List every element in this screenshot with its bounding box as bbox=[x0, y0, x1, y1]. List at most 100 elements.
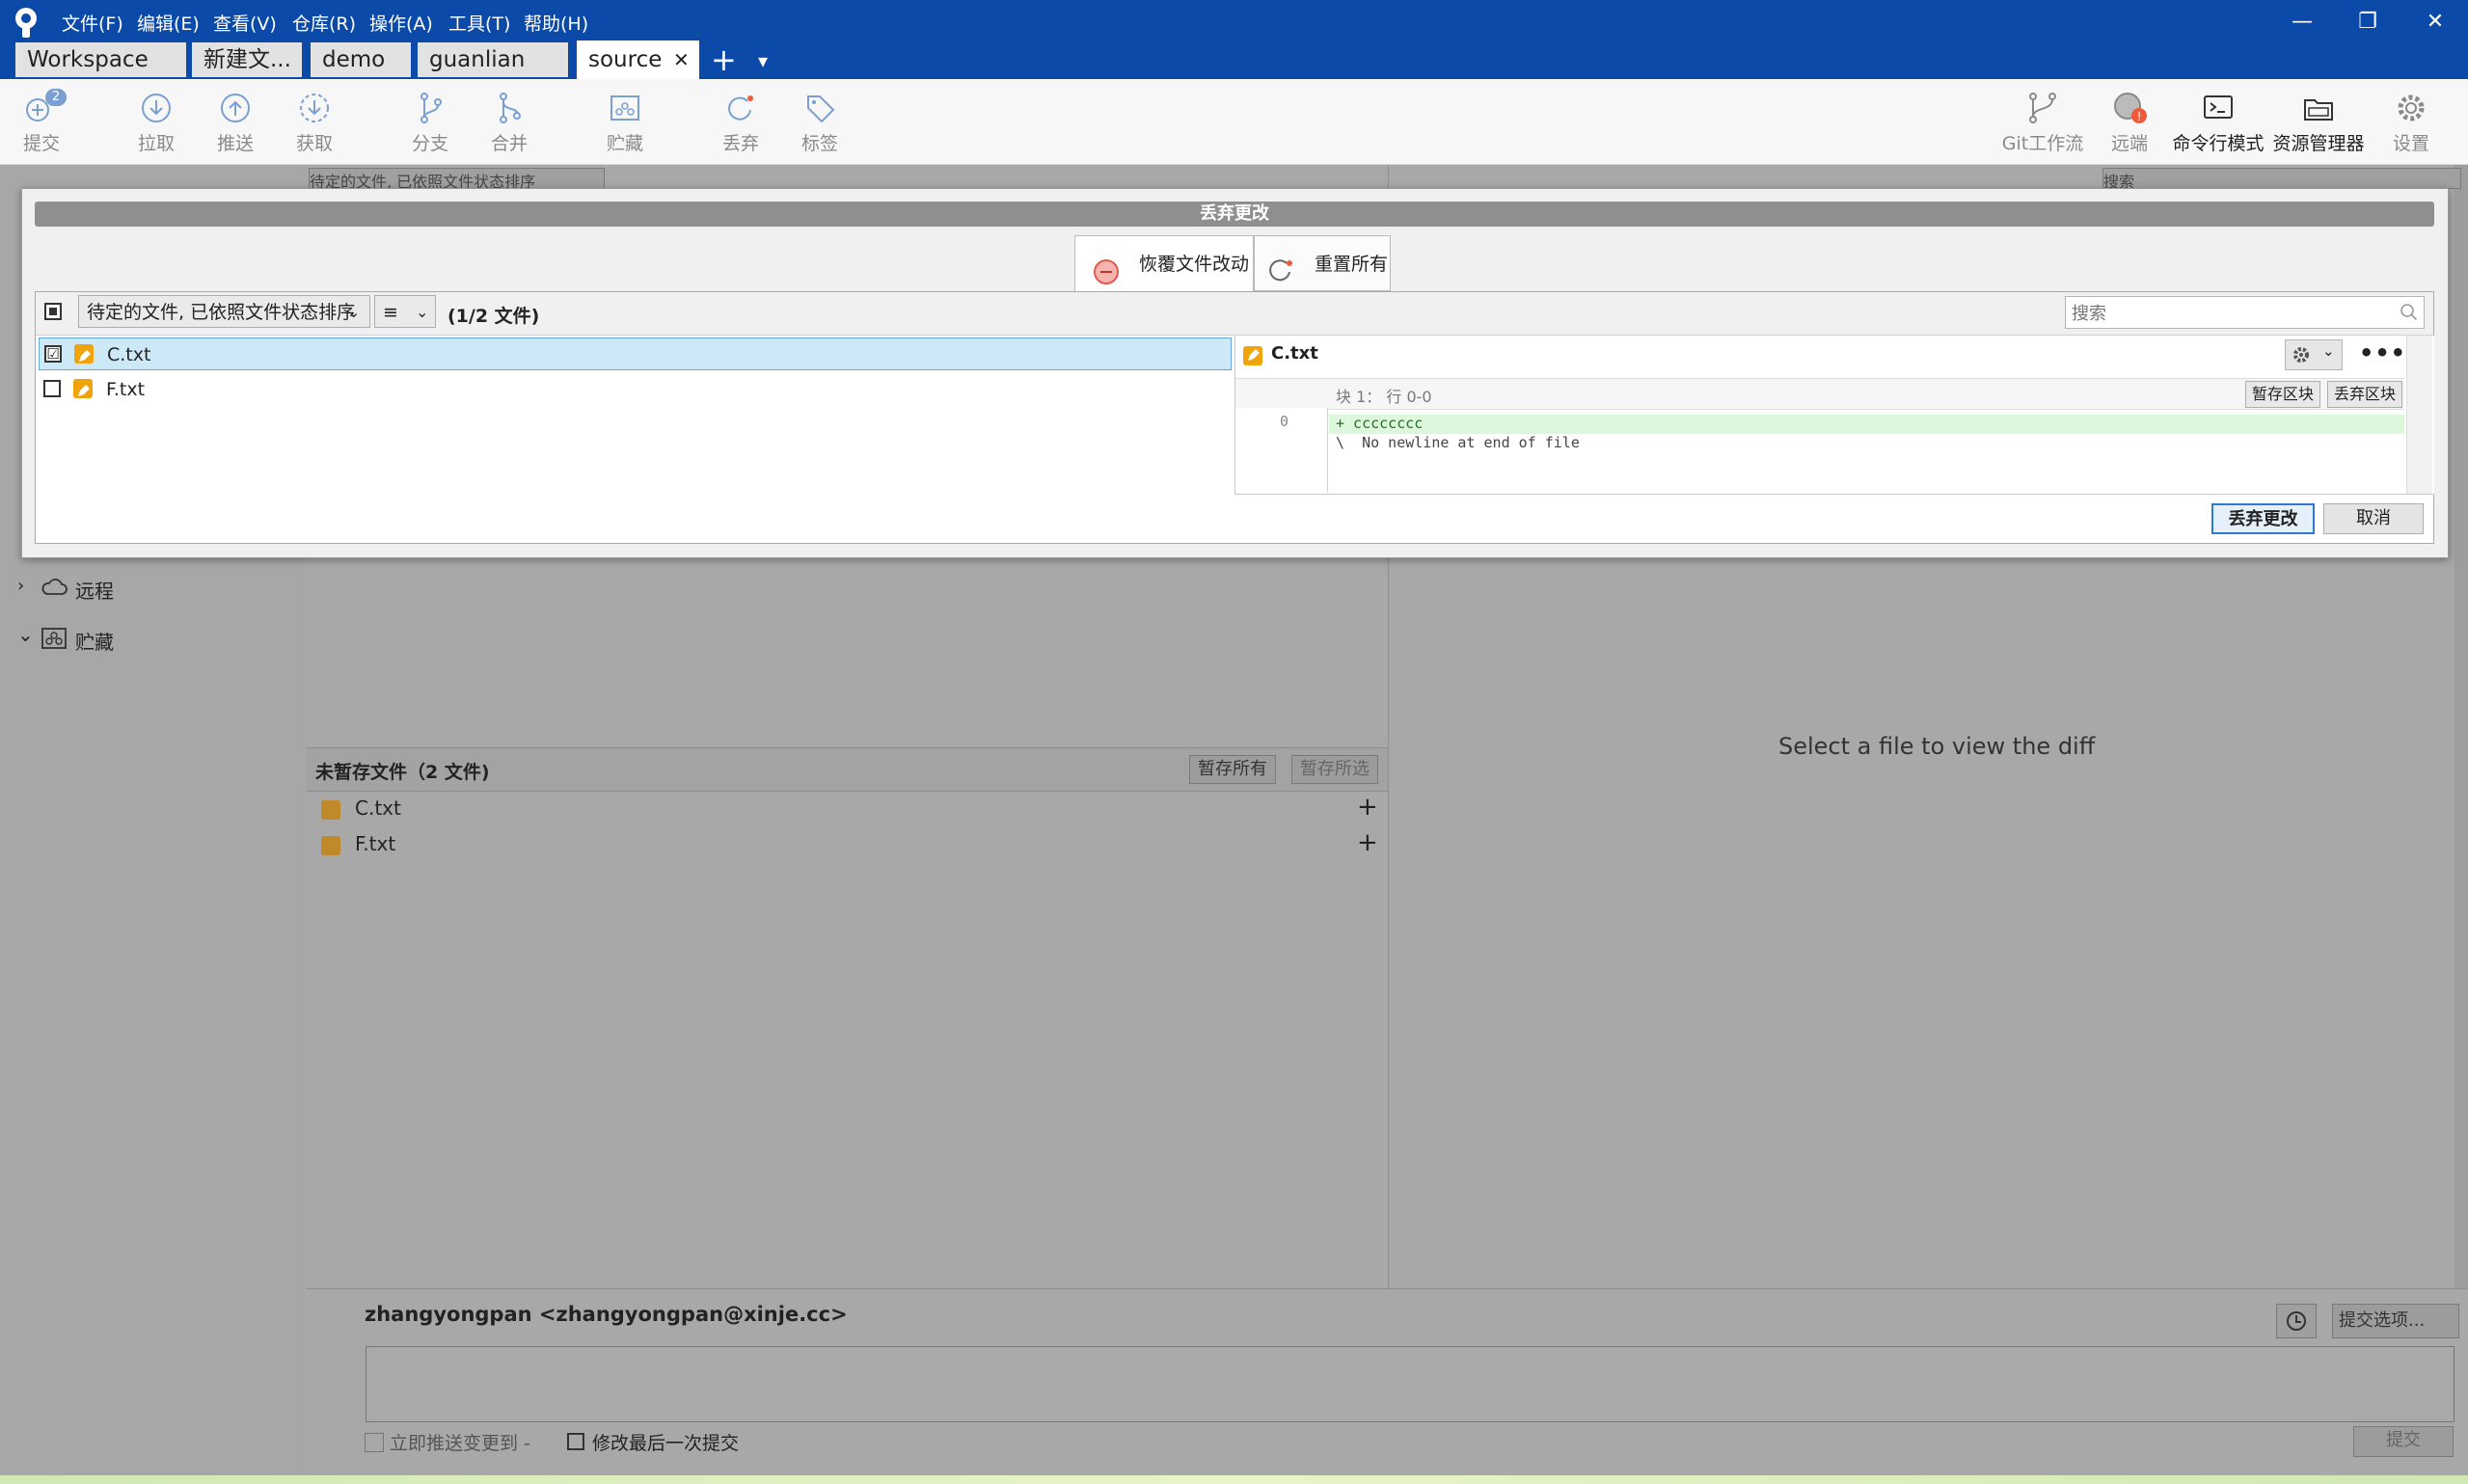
expand-caret-icon[interactable]: › bbox=[17, 576, 24, 596]
pull-icon bbox=[135, 89, 177, 127]
file-checkbox[interactable] bbox=[43, 380, 61, 397]
discard-button[interactable]: 丢弃 bbox=[702, 89, 779, 158]
menu-tools[interactable]: 工具(T) bbox=[448, 10, 510, 36]
view-mode-select[interactable]: ≡ ⌄ bbox=[374, 295, 436, 328]
chevron-down-icon: ⌄ bbox=[416, 303, 429, 321]
stash-label: 贮藏 bbox=[606, 133, 643, 154]
commit-submit-button[interactable]: 提交 bbox=[2353, 1426, 2454, 1457]
background-sort-select[interactable]: 待定的文件, 已依照文件状态排序 bbox=[309, 168, 605, 189]
settings-button[interactable]: 设置 bbox=[2373, 89, 2450, 158]
background-search-input[interactable]: 搜索 bbox=[2102, 168, 2461, 189]
remote-button[interactable]: ! 远端 bbox=[2091, 89, 2168, 158]
partial-check-icon bbox=[49, 308, 57, 315]
menu-repository[interactable]: 仓库(R) bbox=[292, 10, 356, 36]
file-checkbox[interactable]: ☑ bbox=[44, 345, 62, 363]
sort-select-value: 待定的文件, 已依照文件状态排序 bbox=[87, 302, 356, 323]
cloud-icon bbox=[41, 576, 68, 599]
push-label: 推送 bbox=[216, 133, 254, 154]
cancel-button[interactable]: 取消 bbox=[2323, 503, 2424, 534]
discard-hunk-button[interactable]: 丢弃区块 bbox=[2327, 381, 2402, 408]
tab-source[interactable]: source ✕ bbox=[577, 40, 699, 79]
menu-view[interactable]: 查看(V) bbox=[213, 10, 277, 36]
amend-last-label: 修改最后一次提交 bbox=[592, 1433, 740, 1454]
clock-icon bbox=[2287, 1311, 2306, 1331]
terminal-label: 命令行模式 bbox=[2172, 133, 2265, 154]
file-name: C.txt bbox=[355, 796, 401, 820]
minimize-button[interactable]: — bbox=[2278, 6, 2326, 39]
tab-list-dropdown-icon[interactable]: ▾ bbox=[758, 44, 768, 77]
revert-file-changes-option[interactable]: 恢覆文件改动 bbox=[1074, 235, 1254, 293]
commit-history-button[interactable] bbox=[2276, 1304, 2317, 1338]
stage-hunk-button[interactable]: 暂存区块 bbox=[2245, 381, 2320, 408]
sort-select[interactable]: 待定的文件, 已依照文件状态排序 ⌄ bbox=[78, 295, 370, 328]
stash-icon bbox=[604, 89, 646, 127]
unstaged-title: 未暂存文件（2 文件) bbox=[315, 762, 490, 783]
terminal-button[interactable]: 命令行模式 bbox=[2172, 89, 2265, 158]
discard-changes-button[interactable]: 丢弃更改 bbox=[2211, 503, 2315, 534]
stage-file-add-icon[interactable]: + bbox=[1357, 793, 1378, 822]
git-flow-button[interactable]: Git工作流 bbox=[1998, 89, 2087, 158]
table-row[interactable]: F.txt bbox=[39, 373, 1232, 406]
terminal-icon bbox=[2197, 89, 2239, 127]
tab-new-file[interactable]: 新建文... bbox=[192, 42, 302, 77]
tab-guanlian[interactable]: guanlian bbox=[418, 42, 568, 77]
fetch-button[interactable]: 获取 bbox=[276, 89, 353, 158]
tab-workspace[interactable]: Workspace bbox=[15, 42, 186, 77]
stage-all-button[interactable]: 暂存所有 bbox=[1189, 755, 1276, 784]
settings-label: 设置 bbox=[2392, 133, 2429, 154]
explorer-button[interactable]: 资源管理器 bbox=[2270, 89, 2367, 158]
select-all-checkbox[interactable] bbox=[44, 303, 62, 320]
gear-icon bbox=[2292, 345, 2311, 364]
push-icon bbox=[214, 89, 257, 127]
merge-button[interactable]: 合并 bbox=[471, 89, 548, 158]
menu-edit[interactable]: 编辑(E) bbox=[137, 10, 200, 36]
stage-selected-button[interactable]: 暂存所选 bbox=[1291, 755, 1378, 784]
revert-file-changes-label: 恢覆文件改动 bbox=[1139, 254, 1250, 275]
diff-options-button[interactable]: ⌄ bbox=[2285, 339, 2343, 370]
reset-all-option[interactable]: 重置所有 bbox=[1254, 235, 1391, 291]
add-tab-icon[interactable]: + bbox=[711, 40, 737, 79]
menu-file[interactable]: 文件(F) bbox=[62, 10, 123, 36]
more-options-icon[interactable]: ••• bbox=[2359, 339, 2406, 366]
pull-button[interactable]: 拉取 bbox=[118, 89, 195, 158]
sidebar-item-remote-label: 远程 bbox=[75, 580, 114, 603]
menu-help[interactable]: 帮助(H) bbox=[524, 10, 588, 36]
stage-file-add-icon[interactable]: + bbox=[1357, 828, 1378, 857]
chevron-down-icon: ⌄ bbox=[2322, 342, 2335, 360]
gear-icon bbox=[2390, 89, 2432, 127]
chevron-down-icon: ⌄ bbox=[347, 303, 361, 321]
tag-button[interactable]: 标签 bbox=[781, 89, 858, 158]
restore-button[interactable]: ❐ bbox=[2344, 6, 2392, 39]
stash-icon bbox=[41, 627, 67, 650]
fetch-icon bbox=[293, 89, 336, 127]
menu-actions[interactable]: 操作(A) bbox=[369, 10, 433, 36]
search-box[interactable] bbox=[2065, 296, 2425, 329]
scrollbar[interactable] bbox=[2454, 165, 2468, 1288]
commit-author: zhangyongpan <zhangyongpan@xinje.cc> bbox=[365, 1303, 848, 1326]
push-immediately-checkbox[interactable] bbox=[365, 1433, 384, 1452]
commit-message-input[interactable] bbox=[366, 1346, 2454, 1422]
table-row[interactable]: ☑ C.txt bbox=[39, 337, 1232, 370]
collapse-caret-icon[interactable]: ⌄ bbox=[17, 623, 34, 646]
branch-button[interactable]: 分支 bbox=[392, 89, 469, 158]
push-button[interactable]: 推送 bbox=[197, 89, 274, 158]
hunk-range: 块 1： 行 0-0 bbox=[1336, 388, 1432, 406]
amend-last-checkbox[interactable] bbox=[567, 1433, 584, 1450]
commit-label: 提交 bbox=[22, 133, 60, 154]
list-view-icon: ≡ bbox=[383, 302, 398, 323]
commit-button[interactable]: 2 提交 bbox=[3, 89, 80, 158]
remote-label: 远端 bbox=[2110, 133, 2148, 154]
commit-options-dropdown[interactable]: 提交选项... bbox=[2332, 1304, 2459, 1338]
file-count: (1/2 文件) bbox=[447, 306, 540, 327]
modified-file-icon bbox=[321, 836, 340, 855]
branch-icon bbox=[409, 89, 451, 127]
tab-demo[interactable]: demo bbox=[311, 42, 411, 77]
close-window-button[interactable]: ✕ bbox=[2411, 6, 2459, 39]
stash-button[interactable]: 贮藏 bbox=[586, 89, 664, 158]
search-icon bbox=[2400, 303, 2419, 322]
diff-scrollbar[interactable] bbox=[2406, 336, 2432, 494]
modified-file-icon bbox=[73, 379, 93, 398]
tab-close-icon[interactable]: ✕ bbox=[673, 40, 690, 79]
search-input[interactable] bbox=[2070, 300, 2392, 327]
push-immediately-label: 立即推送变更到 - bbox=[390, 1433, 530, 1454]
